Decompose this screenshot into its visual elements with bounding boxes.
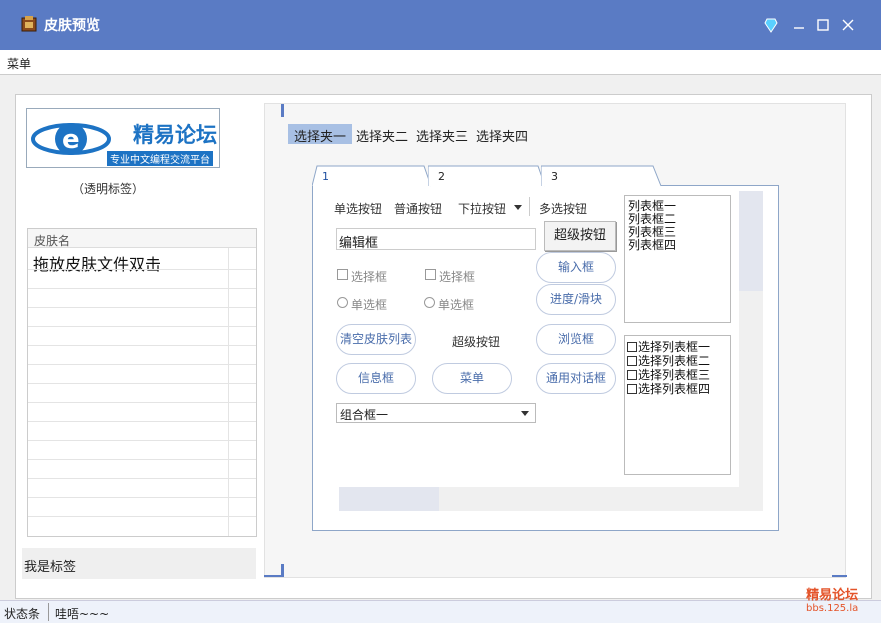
checklist-item[interactable]: 选择列表框四 — [627, 380, 710, 397]
corner-mark-bl2 — [281, 564, 284, 577]
skin-list[interactable]: 皮肤名 拖放皮肤文件双击 — [27, 228, 257, 537]
corner-mark-tl — [281, 104, 284, 117]
chevron-down-icon[interactable] — [514, 205, 522, 210]
inner-tab-3[interactable]: 3 — [541, 165, 663, 187]
combo-box[interactable]: 组合框一 — [336, 403, 536, 423]
browse-button[interactable]: 浏览框 — [536, 324, 616, 355]
radio-button-btn[interactable]: 单选按钮 — [334, 200, 382, 217]
status-divider — [48, 603, 49, 621]
inner-tab-1-label: 1 — [322, 170, 329, 183]
status-left: 状态条 — [4, 607, 41, 621]
listbox[interactable]: 列表框一 列表框二 列表框三 列表框四 — [624, 195, 731, 323]
menu-item[interactable]: 菜单 — [7, 55, 31, 72]
horizontal-scrollbar-thumb[interactable] — [339, 487, 439, 511]
common-dialog-button[interactable]: 通用对话框 — [536, 363, 616, 394]
clear-skin-list-button[interactable]: 清空皮肤列表 — [336, 324, 416, 355]
tab-3[interactable]: 选择夹三 — [410, 124, 474, 145]
chevron-down-icon[interactable] — [521, 411, 529, 416]
checkbox-1-label: 选择框 — [351, 270, 388, 284]
checkbox-icon[interactable] — [627, 356, 637, 366]
dropdown-button[interactable]: 下拉按钮 — [458, 200, 506, 217]
normal-button[interactable]: 普通按钮 — [394, 200, 442, 217]
skin-list-hint: 拖放皮肤文件双击 — [33, 255, 162, 274]
checkbox-icon[interactable] — [627, 384, 637, 394]
logo-slogan: 专业中文编程交流平台 — [107, 151, 213, 166]
checklist-item-label: 选择列表框四 — [638, 382, 711, 396]
tab-4[interactable]: 选择夹四 — [470, 124, 534, 145]
minimize-icon[interactable] — [790, 16, 808, 34]
inner-tab-3-label: 3 — [551, 170, 558, 183]
checkbox-icon[interactable] — [627, 370, 637, 380]
edit-input[interactable]: 编辑框 — [336, 228, 536, 251]
radio-1[interactable] — [337, 297, 348, 308]
inner-tab-2-label: 2 — [438, 170, 445, 183]
progress-slider-button[interactable]: 进度/滑块 — [536, 284, 616, 315]
transparent-label: （透明标签） — [72, 182, 145, 196]
logo: e 精易论坛 专业中文编程交流平台 — [26, 108, 220, 168]
checkbox-2-label: 选择框 — [439, 270, 476, 284]
watermark-url: bbs.125.la — [806, 603, 859, 614]
maximize-icon[interactable] — [814, 16, 832, 34]
radio-2[interactable] — [424, 297, 435, 308]
divider — [529, 197, 530, 216]
menu-button[interactable]: 菜单 — [432, 363, 512, 394]
skin-list-header[interactable]: 皮肤名 — [28, 229, 256, 248]
super-button-label[interactable]: 超级按钮 — [452, 333, 500, 350]
app-icon — [20, 15, 38, 33]
watermark: 精易论坛 bbs.125.la — [806, 584, 858, 614]
window-title: 皮肤预览 — [44, 18, 100, 34]
checkbox-icon[interactable] — [627, 342, 637, 352]
vertical-scrollbar[interactable] — [739, 191, 763, 487]
multi-select-button[interactable]: 多选按钮 — [539, 200, 587, 217]
combo-value: 组合框一 — [340, 408, 389, 422]
status-bar: 状态条 哇唔~~~ — [0, 600, 881, 623]
menu-bar: 菜单 — [0, 50, 881, 75]
input-box-button[interactable]: 输入框 — [536, 252, 616, 283]
tab-2[interactable]: 选择夹二 — [350, 124, 414, 145]
checklist-box[interactable]: 选择列表框一 选择列表框二 选择列表框三 选择列表框四 — [624, 335, 731, 475]
watermark-name: 精易论坛 — [806, 588, 859, 603]
inner-tab-1[interactable]: 1 — [312, 165, 432, 187]
corner-mark-br — [832, 575, 847, 577]
me-label: 我是标签 — [22, 548, 256, 579]
checkbox-1[interactable] — [337, 269, 348, 280]
status-right: 哇唔~~~ — [55, 607, 110, 621]
checkbox-2[interactable] — [425, 269, 436, 280]
radio-2-label: 单选框 — [438, 298, 475, 312]
inner-tab-2[interactable]: 2 — [428, 165, 546, 187]
logo-name: 精易论坛 — [133, 123, 217, 147]
horizontal-scrollbar[interactable] — [339, 487, 763, 511]
super-button[interactable]: 超级按钮 — [544, 221, 616, 251]
title-bar: 皮肤预览 — [0, 0, 881, 50]
close-icon[interactable] — [839, 16, 857, 34]
info-box-button[interactable]: 信息框 — [336, 363, 416, 394]
list-item[interactable]: 列表框四 — [628, 236, 676, 253]
vertical-scrollbar-thumb[interactable] — [739, 191, 763, 291]
tab-1[interactable]: 选择夹一 — [288, 124, 353, 145]
skin-icon[interactable] — [762, 16, 780, 34]
svg-text:e: e — [62, 125, 80, 155]
radio-1-label: 单选框 — [351, 298, 388, 312]
